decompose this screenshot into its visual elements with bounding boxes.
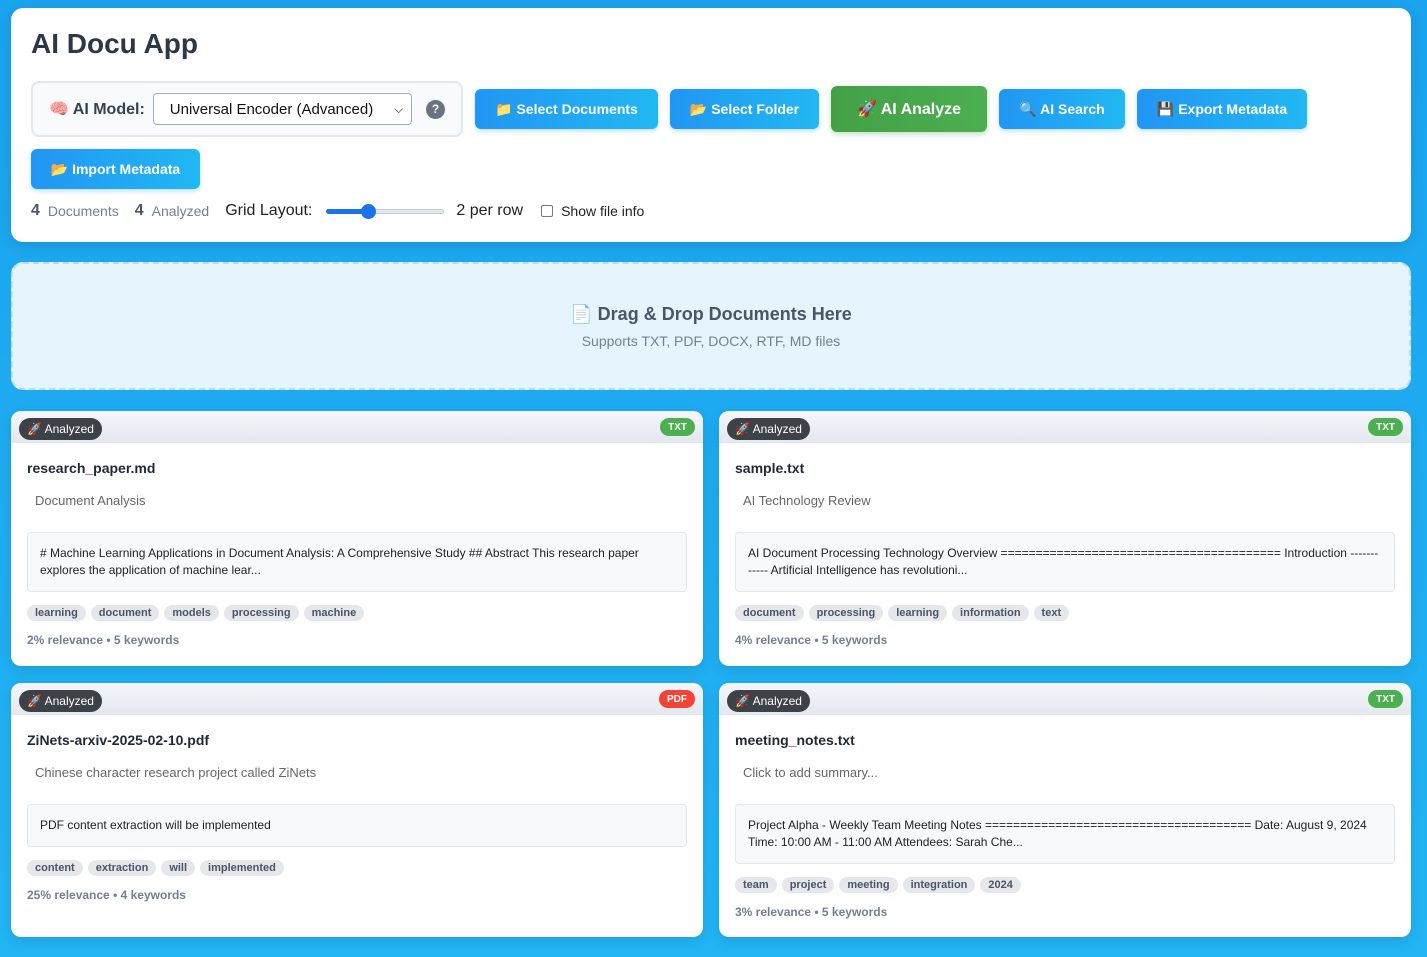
keyword-tag[interactable]: team [735,877,777,893]
drop-zone-subtitle: Supports TXT, PDF, DOCX, RTF, MD files [581,332,841,349]
summary-text[interactable]: AI Technology Review [743,493,1395,508]
keyword-tags: team project meeting integration 2024 [735,877,1395,893]
file-name: ZiNets-arxiv-2025-02-10.pdf [27,732,210,748]
keyword-tag[interactable]: content [27,860,83,876]
document-card[interactable]: 🚀 Analyzed TXT sample.txt AI Technology … [719,411,1411,666]
keyword-tag[interactable]: project [781,877,835,893]
drop-zone-title: 📄 Drag & Drop Documents Here [570,303,852,324]
file-name: research_paper.md [27,460,156,476]
select-folder-button[interactable]: 📂 Select Folder [670,89,819,129]
keyword-tag[interactable]: processing [223,605,299,621]
app-title: AI Docu App [31,28,198,59]
per-row-value: 2 per row [456,202,524,219]
keyword-tag[interactable]: extraction [87,860,157,876]
card-header: 🚀 Analyzed TXT [719,411,1411,443]
relevance-meta: 4% relevance • 5 keywords [735,633,888,647]
keyword-tag[interactable]: information [952,605,1029,621]
ai-search-button[interactable]: 🔍 AI Search [999,89,1125,129]
show-file-info-label[interactable]: Show file info [561,203,644,219]
documents-count: 4 [31,202,40,219]
keyword-tag[interactable]: 2024 [980,877,1021,893]
analyzed-count: 4 [134,202,144,219]
summary-text[interactable]: Click to add summary... [743,765,1395,780]
file-name: meeting_notes.txt [735,732,855,748]
import-metadata-button[interactable]: 📂 Import Metadata [31,149,200,189]
analyzed-badge: 🚀 Analyzed [19,690,102,712]
content-preview: Project Alpha - Weekly Team Meeting Note… [735,804,1395,864]
documents-label: Documents [47,203,119,219]
card-header: 🚀 Analyzed TXT [11,411,703,443]
keyword-tag[interactable]: learning [888,605,948,621]
keyword-tag[interactable]: text [1033,605,1070,621]
export-metadata-button[interactable]: 💾 Export Metadata [1137,89,1307,129]
keyword-tags: content extraction will implemented [27,860,687,876]
ai-analyze-button[interactable]: 🚀 AI Analyze [831,86,987,132]
document-card[interactable]: 🚀 Analyzed TXT research_paper.md Documen… [11,411,703,666]
content-preview: AI Document Processing Technology Overvi… [735,532,1395,592]
grid-layout-label: Grid Layout: [225,202,313,219]
keyword-tag[interactable]: learning [27,605,86,621]
keyword-tag[interactable]: will [161,860,196,876]
stats-bar: 4 Documents 4 Analyzed Grid Layout: 2 pe… [31,201,644,221]
relevance-meta: 3% relevance • 5 keywords [735,905,888,919]
file-type-badge: TXT [660,418,695,436]
help-icon[interactable]: ? [426,99,445,119]
keyword-tags: learning document models processing mach… [27,605,687,621]
keyword-tag[interactable]: processing [808,605,884,621]
file-name: sample.txt [735,460,805,476]
file-type-badge: PDF [659,690,695,708]
content-preview: # Machine Learning Applications in Docum… [27,532,687,592]
relevance-meta: 25% relevance • 4 keywords [27,888,186,902]
select-documents-button[interactable]: 📁 Select Documents [475,89,658,129]
analyzed-badge: 🚀 Analyzed [727,418,810,440]
analyzed-badge: 🚀 Analyzed [19,418,102,440]
model-selected-value: Universal Encoder (Advanced) [169,100,374,118]
drop-zone[interactable]: 📄 Drag & Drop Documents Here Supports TX… [11,262,1411,390]
keyword-tag[interactable]: integration [902,877,976,893]
relevance-meta: 2% relevance • 5 keywords [27,633,180,647]
file-type-badge: TXT [1368,418,1403,436]
card-header: 🚀 Analyzed PDF [11,683,703,715]
summary-text[interactable]: Document Analysis [35,493,687,508]
chevron-down-icon: ⌵ [394,101,404,116]
show-file-info-checkbox[interactable] [541,205,554,217]
summary-text[interactable]: Chinese character research project calle… [35,765,687,780]
model-label: 🧠 AI Model: [49,101,145,118]
model-select[interactable]: Universal Encoder (Advanced) ⌵ [152,93,413,125]
keyword-tag[interactable]: models [164,605,219,621]
document-card[interactable]: 🚀 Analyzed PDF ZiNets-arxiv-2025-02-10.p… [11,683,703,937]
analyzed-label: Analyzed [151,203,210,219]
keyword-tag[interactable]: implemented [200,860,284,876]
file-type-badge: TXT [1368,690,1403,708]
keyword-tag[interactable]: document [735,605,804,621]
grid-layout-slider[interactable] [326,201,445,221]
app-header: AI Docu App 🧠 AI Model: Universal Encode… [11,8,1411,242]
keyword-tags: document processing learning information… [735,605,1395,621]
card-header: 🚀 Analyzed TXT [719,683,1411,715]
keyword-tag[interactable]: machine [303,605,365,621]
analyzed-badge: 🚀 Analyzed [727,690,810,712]
slider-thumb[interactable] [360,204,376,219]
keyword-tag[interactable]: meeting [839,877,898,893]
document-card[interactable]: 🚀 Analyzed TXT meeting_notes.txt Click t… [719,683,1411,937]
model-selector-group: 🧠 AI Model: Universal Encoder (Advanced)… [31,81,463,137]
content-preview: PDF content extraction will be implement… [27,804,687,847]
keyword-tag[interactable]: document [90,605,160,621]
